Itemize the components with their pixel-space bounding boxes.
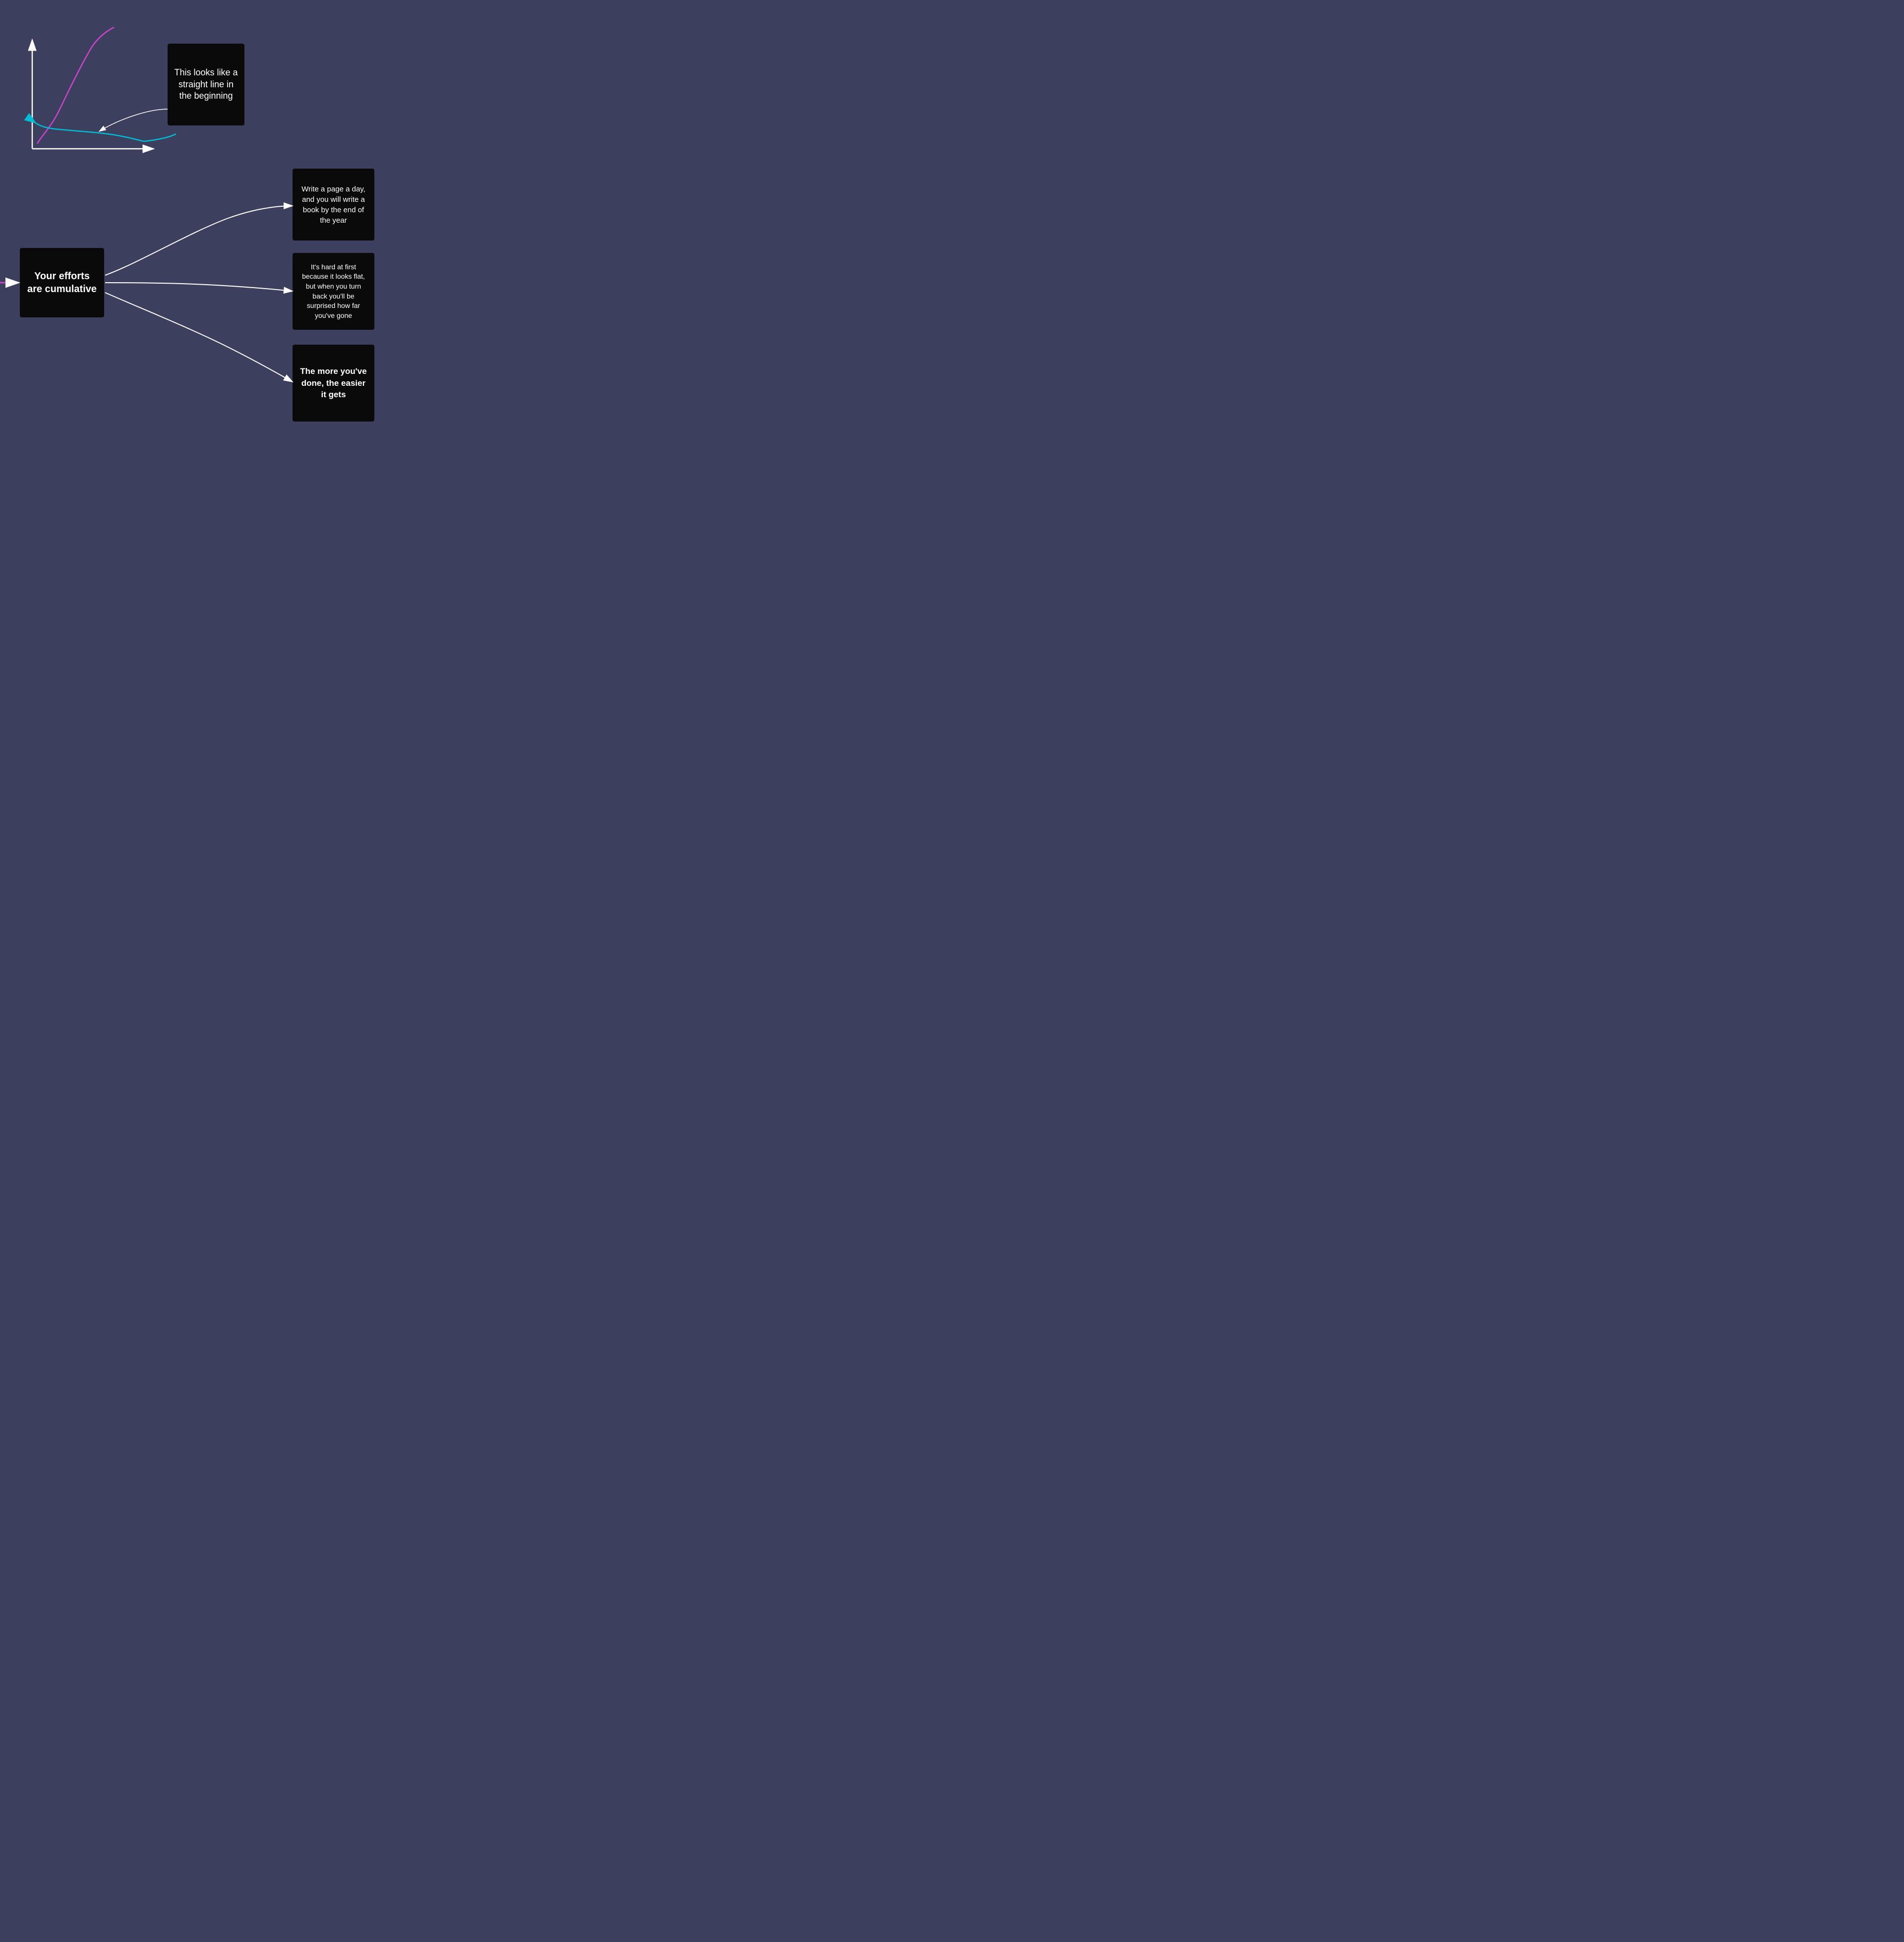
card-straight-line-text: This looks like a straight line in the b… [174, 67, 238, 102]
card-write-page-text: Write a page a day, and you will write a… [298, 184, 368, 226]
card-hard-first: It's hard at first because it looks flat… [293, 253, 374, 330]
card-write-page: Write a page a day, and you will write a… [293, 169, 374, 241]
card-efforts-text: Your efforts are cumulative [26, 270, 98, 296]
card-efforts: Your efforts are cumulative [20, 248, 104, 317]
card-straight-line: This looks like a straight line in the b… [168, 44, 244, 125]
card-easier-text: The more you've done, the easier it gets [298, 365, 368, 401]
card-easier: The more you've done, the easier it gets [293, 345, 374, 422]
card-hard-first-text: It's hard at first because it looks flat… [298, 262, 368, 321]
